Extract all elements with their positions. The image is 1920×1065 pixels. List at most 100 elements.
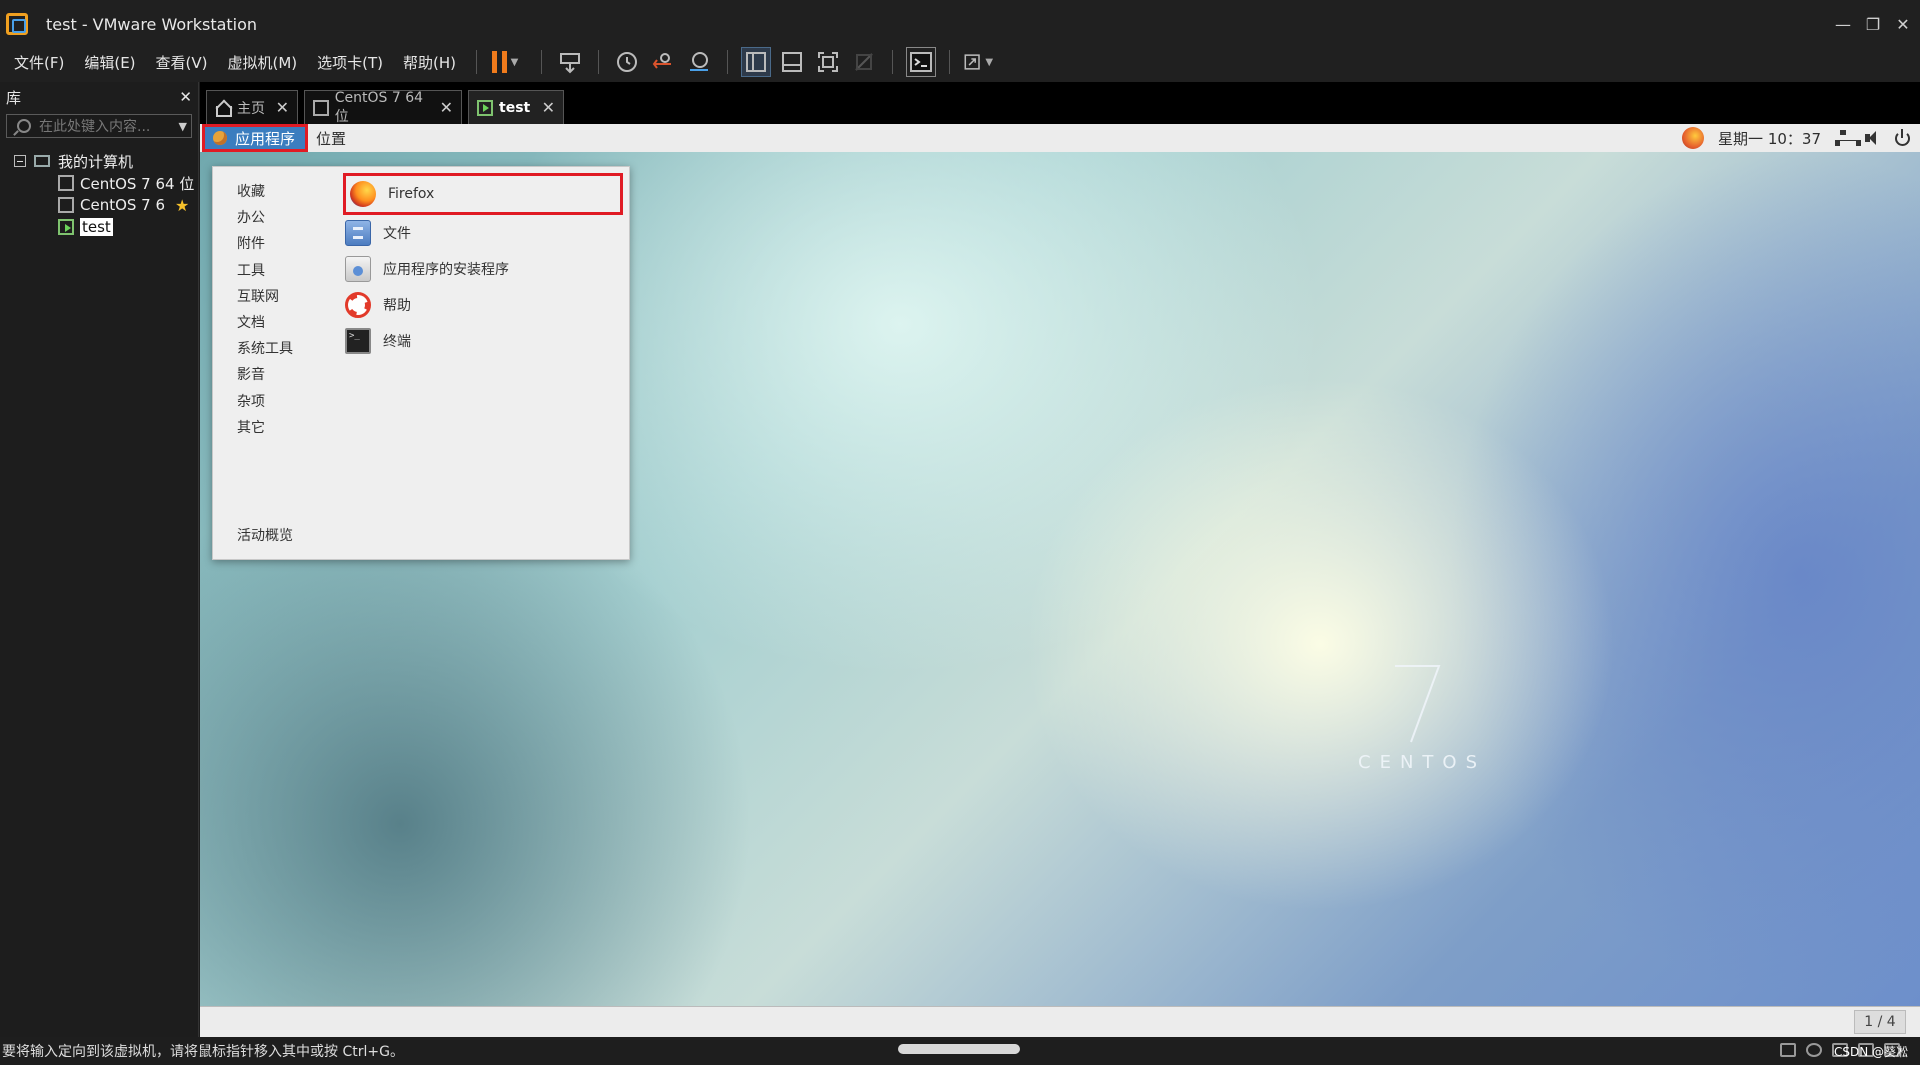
unity-button[interactable] xyxy=(849,47,879,77)
library-close-button[interactable]: ✕ xyxy=(179,88,192,106)
tree-item-label: test xyxy=(80,218,113,236)
app-item-help[interactable]: 帮助 xyxy=(341,287,623,323)
tree-item-vm[interactable]: CentOS 7 6 ★ xyxy=(0,194,198,216)
cd-dvd-icon[interactable] xyxy=(1806,1043,1822,1057)
scroll-handle[interactable] xyxy=(898,1044,1020,1054)
toolbar-separator xyxy=(949,50,951,74)
category-other[interactable]: 其它 xyxy=(237,417,293,443)
clock[interactable]: 星期一 10：37 xyxy=(1718,128,1821,149)
app-label: 帮助 xyxy=(383,298,411,314)
toolbar-separator xyxy=(892,50,894,74)
category-system-tools[interactable]: 系统工具 xyxy=(237,338,293,364)
full-screen-button[interactable] xyxy=(813,47,843,77)
centos-wordmark: CENTOS xyxy=(1358,752,1486,773)
running-vm-icon xyxy=(477,99,493,116)
vmware-logo-icon xyxy=(6,13,28,35)
app-item-software-installer[interactable]: 应用程序的安装程序 xyxy=(341,251,623,287)
toolbar-separator xyxy=(727,50,729,74)
toolbar-separator xyxy=(598,50,600,74)
category-sundry[interactable]: 杂项 xyxy=(237,391,293,417)
category-sound-video[interactable]: 影音 xyxy=(237,364,293,390)
menu-file[interactable]: 文件(F) xyxy=(4,52,74,73)
collapse-icon[interactable] xyxy=(14,155,26,167)
toolbar-separator xyxy=(476,50,478,74)
software-installer-icon xyxy=(345,256,371,282)
tab-label: 主页 xyxy=(237,100,265,117)
library-tree: 我的计算机 CentOS 7 64 位 CentOS 7 6 ★ test xyxy=(0,150,198,238)
tab-home[interactable]: 主页 ✕ xyxy=(206,90,298,124)
terminal-icon xyxy=(345,328,371,354)
tab-test[interactable]: test ✕ xyxy=(468,90,564,124)
snapshot-manager-button[interactable] xyxy=(684,47,714,77)
app-item-files[interactable]: 文件 xyxy=(341,215,623,251)
vm-icon xyxy=(313,99,329,116)
centos-seven-logo xyxy=(1395,665,1441,743)
send-ctrl-alt-del-button[interactable] xyxy=(555,47,585,77)
pause-button[interactable]: ▼ xyxy=(490,47,520,77)
close-icon[interactable]: ✕ xyxy=(542,98,555,117)
revert-snapshot-button[interactable] xyxy=(648,47,678,77)
snapshot-button[interactable] xyxy=(612,47,642,77)
close-button[interactable]: ✕ xyxy=(1888,6,1918,42)
fullscreen-icon xyxy=(818,52,839,72)
hard-disk-icon[interactable] xyxy=(1780,1043,1796,1057)
restore-button[interactable]: ❐ xyxy=(1858,6,1888,42)
network-icon[interactable] xyxy=(1835,130,1861,146)
home-icon xyxy=(215,100,232,117)
toolbar-separator xyxy=(541,50,543,74)
menu-toolbar: 文件(F) 编辑(E) 查看(V) 虚拟机(M) 选项卡(T) 帮助(H) ▼ xyxy=(0,42,1920,82)
close-icon[interactable]: ✕ xyxy=(440,98,453,117)
menu-tabs[interactable]: 选项卡(T) xyxy=(307,52,393,73)
show-thumbnail-button[interactable] xyxy=(777,47,807,77)
close-icon[interactable]: ✕ xyxy=(276,98,289,117)
show-library-button[interactable] xyxy=(741,47,772,77)
vmware-window: test - VMware Workstation — ❐ ✕ 文件(F) 编辑… xyxy=(0,0,1920,1065)
window-title: test - VMware Workstation xyxy=(46,14,258,34)
library-search-input[interactable]: 在此处键入内容... ▼ xyxy=(6,114,192,138)
files-icon xyxy=(345,220,371,246)
menu-vm[interactable]: 虚拟机(M) xyxy=(218,52,308,73)
category-office[interactable]: 办公 xyxy=(237,207,293,233)
menu-edit[interactable]: 编辑(E) xyxy=(74,52,145,73)
category-utilities[interactable]: 工具 xyxy=(237,260,293,286)
places-menu-button[interactable]: 位置 xyxy=(316,128,346,149)
category-favorites[interactable]: 收藏 xyxy=(237,181,293,207)
power-icon[interactable] xyxy=(1895,128,1910,146)
revert-icon xyxy=(652,53,672,69)
category-accessories[interactable]: 附件 xyxy=(237,233,293,259)
status-bar: 要将输入定向到该虚拟机，请将鼠标指针移入其中或按 Ctrl+G。 CSDN @葵… xyxy=(0,1037,1920,1065)
help-lifebuoy-icon xyxy=(345,292,371,318)
menu-help[interactable]: 帮助(H) xyxy=(393,52,466,73)
tree-item-vm[interactable]: CentOS 7 64 位 xyxy=(0,172,198,194)
workspace-pager[interactable]: 1 / 4 xyxy=(1854,1010,1906,1034)
applications-label: 应用程序 xyxy=(235,129,296,148)
tree-item-my-computer[interactable]: 我的计算机 xyxy=(0,150,198,172)
library-title: 库 xyxy=(6,88,22,107)
app-item-terminal[interactable]: 终端 xyxy=(341,323,623,359)
app-item-firefox[interactable]: Firefox xyxy=(343,173,623,215)
applications-menu-button[interactable]: 应用程序 xyxy=(202,124,309,152)
chevron-down-icon[interactable]: ▼ xyxy=(179,120,187,133)
stretch-button[interactable]: ▼ xyxy=(963,47,993,77)
app-label: 文件 xyxy=(383,226,411,242)
title-bar: test - VMware Workstation — ❐ ✕ xyxy=(0,6,1920,42)
pause-icon xyxy=(491,51,507,73)
csdn-watermark: CSDN @葵凇 xyxy=(1833,1045,1908,1059)
category-internet[interactable]: 互联网 xyxy=(237,286,293,312)
terminal-console-icon xyxy=(910,52,933,72)
chevron-down-icon: ▼ xyxy=(510,56,519,68)
tab-centos-64[interactable]: CentOS 7 64 位 ✕ xyxy=(304,89,462,125)
category-documents[interactable]: 文档 xyxy=(237,312,293,338)
volume-icon[interactable] xyxy=(1865,130,1881,146)
thumbnail-layout-icon xyxy=(782,52,803,72)
console-view-button[interactable] xyxy=(906,47,937,77)
snapshot-manager-icon xyxy=(690,52,709,71)
tab-label: CentOS 7 64 位 xyxy=(334,89,424,125)
tree-item-vm-selected[interactable]: test xyxy=(0,216,198,238)
vm-screen[interactable]: 应用程序 位置 星期一 10：37 收藏 办公 附件 工具 互联网 文档 系统工… xyxy=(200,124,1920,1006)
activities-overview[interactable]: 活动概览 xyxy=(237,525,293,545)
library-search-placeholder: 在此处键入内容... xyxy=(39,119,151,135)
menu-view[interactable]: 查看(V) xyxy=(146,52,218,73)
minimize-button[interactable]: — xyxy=(1828,6,1858,42)
firefox-icon[interactable] xyxy=(1682,127,1705,149)
